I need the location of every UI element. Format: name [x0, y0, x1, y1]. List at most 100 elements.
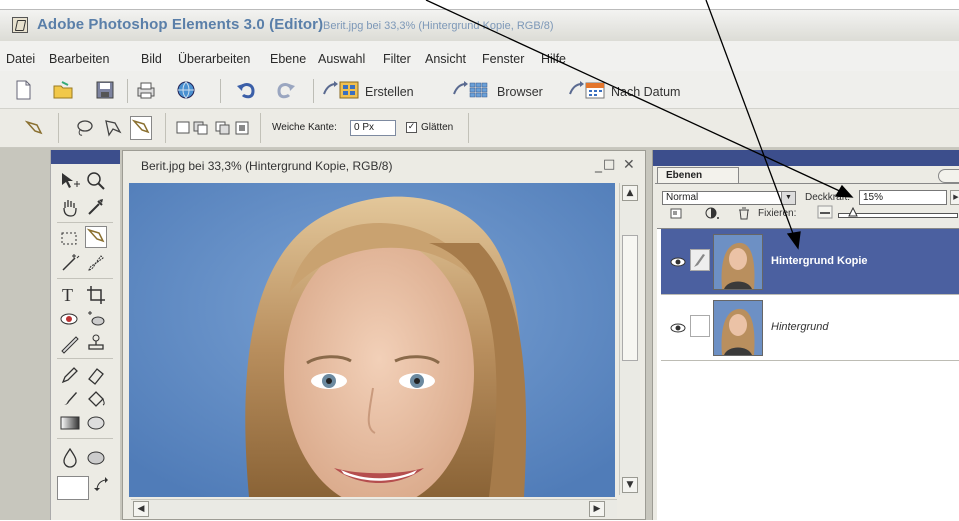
type-tool-icon[interactable]: T: [59, 284, 81, 306]
panel-menu-button[interactable]: [938, 169, 959, 183]
tab-layers[interactable]: Ebenen: [657, 167, 739, 183]
sponge-tool-icon[interactable]: [85, 446, 107, 468]
vertical-scrollbar[interactable]: ▲ ▼: [619, 183, 640, 495]
browser-button[interactable]: Browser: [497, 85, 543, 99]
scroll-down-button[interactable]: ▼: [622, 477, 638, 493]
maximize-button[interactable]: □: [603, 157, 615, 172]
layer-row-hintergrund[interactable]: Hintergrund: [661, 295, 959, 361]
layer-name: Hintergrund Kopie: [771, 255, 868, 267]
menu-hilfe[interactable]: Hilfe: [541, 52, 566, 66]
toolbox-separator: [57, 438, 113, 439]
selection-mode-icons[interactable]: [176, 120, 256, 136]
menu-ebene[interactable]: Ebene: [270, 52, 306, 66]
opacity-arrow-button[interactable]: ▶: [950, 190, 959, 205]
crop-tool-icon[interactable]: [85, 284, 107, 306]
healing-brush-tool-icon[interactable]: [59, 332, 81, 354]
minimize-button[interactable]: _: [595, 157, 602, 173]
opacity-input[interactable]: 15%: [859, 190, 947, 205]
smooth-label: Glätten: [421, 122, 454, 133]
calendar-icon[interactable]: [584, 80, 606, 100]
menu-bild[interactable]: Bild: [141, 52, 162, 66]
magnetic-lasso-icon[interactable]: [25, 118, 45, 138]
opacity-slider-knob[interactable]: [847, 207, 858, 217]
portrait-photo: [129, 183, 615, 497]
save-disk-icon[interactable]: [94, 80, 116, 100]
vertical-scroll-thumb[interactable]: [622, 235, 638, 361]
scroll-up-button[interactable]: ▲: [622, 185, 638, 201]
visibility-eye-icon[interactable]: [669, 319, 687, 337]
menu-ansicht[interactable]: Ansicht: [425, 52, 466, 66]
pencil-tool-icon[interactable]: [59, 364, 81, 386]
menu-bar: Datei Bearbeiten Bild Überarbeiten Ebene…: [0, 41, 959, 71]
open-folder-icon[interactable]: [52, 80, 74, 100]
menu-auswahl[interactable]: Auswahl: [318, 52, 365, 66]
create-grid-icon[interactable]: [338, 80, 360, 100]
close-button[interactable]: ✕: [623, 157, 635, 173]
layers-panel-header[interactable]: [653, 150, 959, 166]
undo-icon[interactable]: [235, 80, 257, 100]
new-file-icon[interactable]: [12, 80, 34, 100]
layer-thumbnail-image: [714, 301, 762, 355]
browser-grid-icon[interactable]: [468, 80, 490, 100]
layers-list: Hintergrund Kopie Hintergrund: [657, 228, 959, 521]
horizontal-scrollbar[interactable]: ◀ ▶: [131, 499, 617, 518]
app-title: Adobe Photoshop Elements 3.0 (Editor): [37, 16, 324, 33]
image-canvas[interactable]: [129, 183, 615, 497]
blend-mode-value: Normal: [666, 192, 699, 203]
print-icon[interactable]: [135, 80, 157, 100]
red-eye-tool-icon[interactable]: [59, 308, 81, 330]
move-tool-icon[interactable]: [59, 170, 81, 192]
blend-mode-select[interactable]: Normal ▼: [662, 191, 796, 205]
visibility-eye-icon[interactable]: [669, 253, 687, 271]
shape-tool-icon[interactable]: [85, 412, 107, 434]
foreground-color-swatch[interactable]: [57, 476, 89, 500]
menu-fenster[interactable]: Fenster: [482, 52, 524, 66]
gradient-tool-icon[interactable]: [59, 412, 81, 434]
document-title: Berit.jpg bei 33,3% (Hintergrund Kopie, …: [141, 159, 393, 173]
layer-link-box[interactable]: [690, 315, 710, 337]
toolbox: T: [50, 150, 120, 520]
swap-colors-icon[interactable]: [93, 476, 111, 494]
new-layer-icon[interactable]: [669, 207, 683, 220]
zoom-tool-icon[interactable]: [85, 170, 107, 192]
menu-bearbeiten[interactable]: Bearbeiten: [49, 52, 109, 66]
selection-brush-tool-icon[interactable]: [85, 252, 107, 274]
polygon-lasso-icon[interactable]: [103, 118, 123, 138]
brush-tool-icon[interactable]: [59, 388, 81, 410]
lasso-tool-icon[interactable]: [85, 226, 107, 248]
app-icon[interactable]: [12, 17, 28, 33]
redo-icon[interactable]: [275, 80, 297, 100]
magic-wand-tool-icon[interactable]: [59, 252, 81, 274]
trash-icon[interactable]: [737, 207, 751, 220]
eraser-tool-icon[interactable]: [85, 364, 107, 386]
feather-input[interactable]: 0 Px: [350, 120, 396, 136]
create-button[interactable]: Erstellen: [365, 85, 414, 99]
layer-row-hintergrund-kopie[interactable]: Hintergrund Kopie: [661, 229, 959, 295]
online-service-icon[interactable]: [175, 80, 197, 100]
layer-link-box[interactable]: [690, 249, 710, 271]
hand-tool-icon[interactable]: [59, 196, 81, 218]
paint-bucket-tool-icon[interactable]: [85, 388, 107, 410]
toolbox-header[interactable]: [51, 150, 120, 164]
blur-tool-icon[interactable]: [59, 446, 81, 468]
title-bar: Adobe Photoshop Elements 3.0 (Editor) Be…: [0, 9, 959, 41]
eyedropper-tool-icon[interactable]: [85, 196, 107, 218]
options-separator: [260, 113, 261, 143]
scroll-right-button[interactable]: ▶: [589, 501, 605, 517]
magnetic-lasso-active-icon[interactable]: [130, 116, 152, 140]
smooth-checkbox[interactable]: ✓: [406, 122, 417, 133]
clone-stamp-tool-icon[interactable]: [85, 332, 107, 354]
window-doc-title: Berit.jpg bei 33,3% (Hintergrund Kopie, …: [323, 20, 554, 32]
scroll-left-button[interactable]: ◀: [133, 501, 149, 517]
marquee-tool-icon[interactable]: [59, 228, 81, 250]
layer-thumbnail: [713, 234, 763, 290]
by-date-button[interactable]: Nach Datum: [611, 85, 680, 99]
lasso-icon[interactable]: [74, 118, 94, 138]
menu-filter[interactable]: Filter: [383, 52, 411, 66]
spot-healing-tool-icon[interactable]: [85, 308, 107, 330]
lock-transparency-icon[interactable]: [817, 205, 833, 219]
toolbox-separator: [57, 222, 113, 223]
menu-ueberarbeiten[interactable]: Überarbeiten: [178, 52, 250, 66]
adjustment-layer-icon[interactable]: [705, 207, 721, 220]
menu-datei[interactable]: Datei: [6, 52, 35, 66]
